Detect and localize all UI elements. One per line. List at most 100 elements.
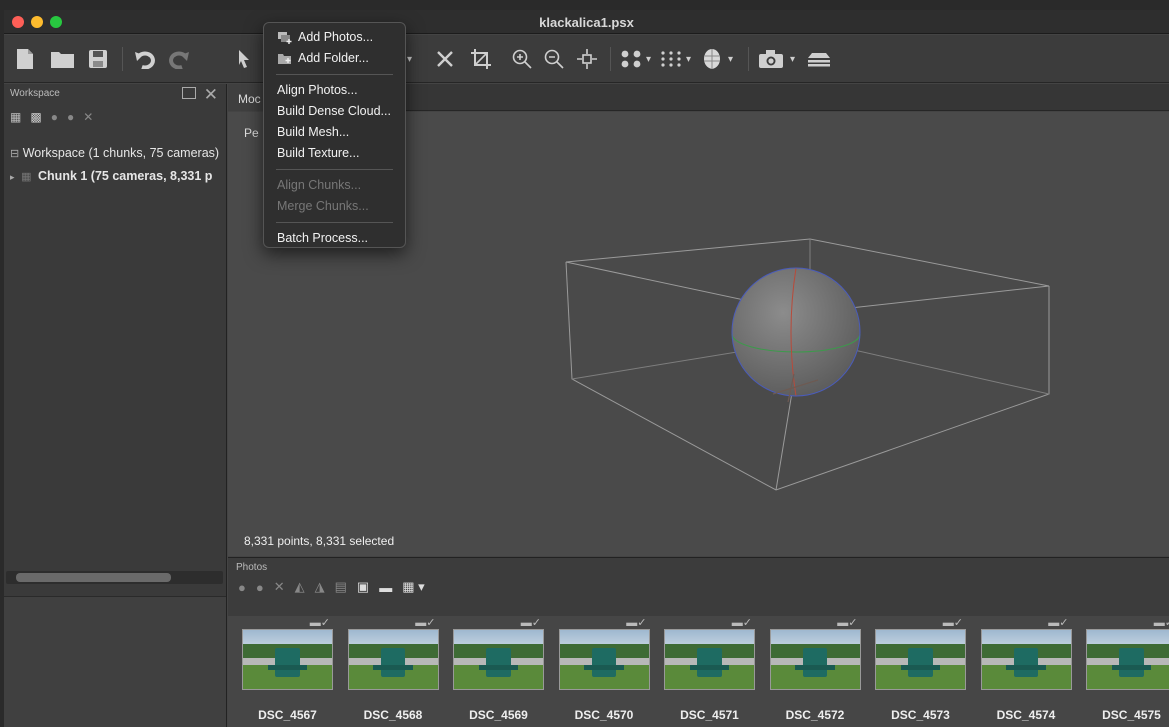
- photo-thumbnail[interactable]: ▬✓ DSC_4568: [340, 616, 440, 727]
- aligned-check-icon: ▬✓: [415, 617, 436, 629]
- masks-icon[interactable]: ▤: [335, 579, 347, 595]
- workspace-horizontal-scrollbar[interactable]: [6, 571, 223, 584]
- photo-thumbnail[interactable]: ▬✓ DSC_4572: [762, 616, 862, 727]
- menu-item-build-mesh[interactable]: Build Mesh...: [264, 122, 405, 143]
- title-bar: klackalica1.psx: [4, 10, 1169, 34]
- photo-thumbnail[interactable]: ▬✓ DSC_4575: [1078, 616, 1169, 727]
- add-chunk-icon[interactable]: ▦: [10, 110, 21, 124]
- add-photos-icon: [278, 32, 292, 44]
- photo-label: DSC_4574: [996, 708, 1056, 722]
- camera-icon[interactable]: [758, 45, 784, 73]
- details-icon[interactable]: ▬: [379, 580, 392, 595]
- show-layers-icon[interactable]: [806, 45, 832, 73]
- menu-separator: [276, 169, 393, 170]
- aligned-check-icon: ▬✓: [942, 617, 963, 629]
- photo-thumbnail[interactable]: ▬✓ DSC_4567: [234, 616, 334, 727]
- menu-item-label: Add Photos...: [298, 30, 374, 44]
- photo-thumbnail[interactable]: ▬✓ DSC_4570: [551, 616, 651, 727]
- workspace-tree-icon: ⊟: [10, 148, 20, 160]
- workspace-panel-header: Workspace ✕: [4, 84, 226, 106]
- chunk-item[interactable]: ▸ ▦ Chunk 1 (75 cameras, 8,331 p: [10, 169, 212, 183]
- remove-icon[interactable]: ✕: [83, 110, 93, 124]
- image-icon[interactable]: ▣: [357, 579, 369, 595]
- menu-item-align-chunks: Align Chunks...: [277, 178, 362, 192]
- camera-dropdown-icon[interactable]: ▾: [790, 45, 795, 73]
- open-folder-icon[interactable]: [50, 45, 76, 73]
- float-panel-icon[interactable]: [182, 87, 196, 99]
- photos-pane-title: Photos: [236, 562, 268, 573]
- properties-pane: [4, 596, 226, 727]
- aligned-check-icon: ▬✓: [1048, 617, 1069, 629]
- aligned-check-icon: ▬✓: [837, 617, 858, 629]
- delete-selection-icon[interactable]: [436, 45, 454, 73]
- zoom-in-icon[interactable]: [512, 45, 532, 73]
- menu-separator: [276, 74, 393, 75]
- main-toolbar: ▾ ▾ ▾ ▾ ▾: [4, 35, 1169, 83]
- dense-cloud-dropdown-icon[interactable]: ▾: [686, 45, 691, 73]
- photo-thumbnail[interactable]: ▬✓ DSC_4569: [445, 616, 545, 727]
- new-document-icon[interactable]: [16, 45, 34, 73]
- photos-pane: Photos ● ● ✕ ◭ ◮ ▤ ▣ ▬ ▦ ▾ ▬✓ DSC_4567 ▬✓ D…: [228, 557, 1169, 727]
- add-folder-icon: [278, 54, 291, 64]
- toolbar-separator: [610, 47, 611, 71]
- workspace-panel-title: Workspace: [10, 88, 60, 99]
- photo-thumbnail[interactable]: ▬✓ DSC_4573: [867, 616, 967, 727]
- photo-thumbnails: ▬✓ DSC_4567 ▬✓ DSC_4568 ▬✓ DSC_4569 ▬✓ DSC_4570…: [228, 616, 1169, 727]
- photo-thumbnail[interactable]: ▬✓ DSC_4571: [656, 616, 756, 727]
- scrollbar-thumb[interactable]: [16, 573, 171, 582]
- enable-icon[interactable]: ●: [51, 110, 58, 124]
- reset-view-icon[interactable]: [576, 45, 598, 73]
- view-mode-icon[interactable]: ▦ ▾: [402, 579, 424, 595]
- photo-image: [1086, 629, 1169, 690]
- remove-camera-icon[interactable]: ✕: [274, 579, 285, 595]
- menu-item-build-dense-cloud[interactable]: Build Dense Cloud...: [264, 101, 405, 122]
- shaded-model-icon[interactable]: [700, 45, 724, 73]
- rotate-right-icon[interactable]: ◮: [315, 579, 325, 595]
- menu-item-add-folder[interactable]: Add Folder...: [264, 48, 405, 69]
- photo-image: [558, 629, 650, 690]
- photo-label: DSC_4568: [363, 708, 423, 722]
- workspace-toolbar: ▦ ▩ ● ● ✕: [4, 106, 226, 128]
- menu-item-align-photos[interactable]: Align Photos...: [264, 80, 405, 101]
- disable-camera-icon[interactable]: ●: [256, 580, 264, 595]
- add-photos-chunk-icon[interactable]: ▩: [30, 110, 41, 124]
- tool-dropdown-chevron-icon[interactable]: ▾: [407, 45, 412, 73]
- redo-icon[interactable]: [168, 45, 190, 73]
- zoom-out-icon[interactable]: [544, 45, 564, 73]
- point-count-status: 8,331 points, 8,331 selected: [244, 534, 395, 548]
- undo-icon[interactable]: [134, 45, 156, 73]
- chunk-icon: ▦: [18, 171, 35, 183]
- aligned-check-icon: ▬✓: [520, 617, 541, 629]
- trackball-sphere[interactable]: [731, 267, 861, 403]
- menu-item-batch-process[interactable]: Batch Process...: [264, 228, 405, 249]
- point-cloud-icon[interactable]: [620, 45, 642, 73]
- menu-item-add-photos[interactable]: Add Photos...: [264, 27, 405, 48]
- photo-label: DSC_4572: [785, 708, 845, 722]
- menu-item-merge-chunks: Merge Chunks...: [277, 199, 369, 213]
- toolbar-separator: [122, 47, 123, 71]
- save-icon[interactable]: [88, 45, 108, 73]
- aligned-check-icon: ▬✓: [309, 617, 330, 629]
- photo-image: [664, 629, 755, 690]
- photos-toolbar: ● ● ✕ ◭ ◮ ▤ ▣ ▬ ▦ ▾: [228, 576, 1169, 598]
- enable-camera-icon[interactable]: ●: [238, 580, 246, 595]
- disable-icon[interactable]: ●: [67, 110, 74, 124]
- rotate-left-icon[interactable]: ◭: [295, 579, 305, 595]
- photo-image: [875, 629, 966, 690]
- workspace-panel: Workspace ✕ ▦ ▩ ● ● ✕ ⊟ Workspace (1 chu…: [4, 84, 227, 727]
- workspace-root-item[interactable]: ⊟ Workspace (1 chunks, 75 cameras): [10, 146, 219, 160]
- photo-label: DSC_4575: [1102, 708, 1161, 722]
- select-arrow-icon[interactable]: [238, 45, 250, 73]
- crop-selection-icon[interactable]: [470, 45, 492, 73]
- workspace-root-label: Workspace (1 chunks, 75 cameras): [22, 146, 220, 160]
- photo-thumbnail[interactable]: ▬✓ DSC_4574: [973, 616, 1073, 727]
- menu-item-build-texture[interactable]: Build Texture...: [264, 143, 405, 164]
- aligned-check-icon: ▬✓: [731, 617, 752, 629]
- expand-chevron-icon[interactable]: ▸: [10, 172, 15, 182]
- point-cloud-dropdown-icon[interactable]: ▾: [646, 45, 651, 73]
- menu-separator: [276, 222, 393, 223]
- model-dropdown-icon[interactable]: ▾: [728, 45, 733, 73]
- dense-cloud-icon[interactable]: [660, 45, 682, 73]
- menu-item-label: Add Folder...: [298, 51, 369, 65]
- close-panel-icon[interactable]: ✕: [204, 85, 218, 105]
